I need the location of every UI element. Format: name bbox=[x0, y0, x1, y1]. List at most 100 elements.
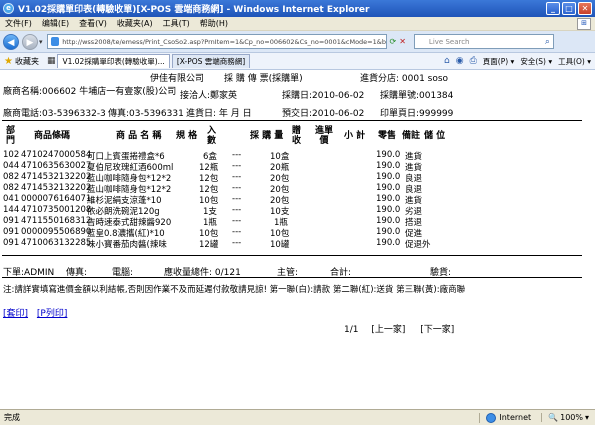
col-barcode: 商品條碼 bbox=[34, 131, 71, 141]
menu-file[interactable]: 文件(F) bbox=[0, 18, 37, 29]
row-retail: 190.0 bbox=[376, 205, 401, 215]
url-field[interactable]: http://wss2008/te/emess/Print_CsoSo2.asp… bbox=[46, 34, 387, 49]
row-barcode: 4711550168312 bbox=[21, 216, 92, 226]
document-note: 注:請詳實填寫進價金額以利結帳,否則因作業不及而延遲付款敬請見諒! 第一聯(白)… bbox=[3, 285, 466, 295]
col-name: 商 品 名 稱 bbox=[116, 131, 162, 141]
search-field[interactable]: Live Search ⌕ bbox=[413, 34, 554, 49]
menu-help[interactable]: 帮助(H) bbox=[195, 18, 233, 29]
row-dash: --- bbox=[232, 238, 242, 248]
row-barcode: 4714532132202 bbox=[21, 183, 92, 193]
contact-person: 接洽人:鄭家英 bbox=[180, 91, 238, 101]
menu-edit[interactable]: 编辑(E) bbox=[37, 18, 74, 29]
col-gift: 贈收 bbox=[292, 126, 302, 146]
row-retail: 190.0 bbox=[376, 227, 401, 237]
menu-bar: 文件(F) 编辑(E) 查看(V) 收藏夹(A) 工具(T) 帮助(H) ⊞ bbox=[0, 17, 595, 31]
close-button[interactable]: ✕ bbox=[578, 2, 592, 15]
back-button[interactable]: ◀ bbox=[3, 33, 19, 50]
row-barcode: 4710735001208 bbox=[21, 205, 92, 215]
row-retail: 190.0 bbox=[376, 172, 401, 182]
zone-label: Internet bbox=[499, 413, 532, 422]
tab-purchase-print[interactable]: V1.02採購單印表(轉驗收單)... bbox=[57, 54, 170, 68]
row-dept: 082 bbox=[3, 172, 20, 182]
search-icon[interactable]: ⌕ bbox=[545, 37, 550, 47]
zoom-level: 100% bbox=[560, 413, 583, 422]
home-icon[interactable]: ⌂ bbox=[444, 56, 450, 66]
windows-flag-icon: ⊞ bbox=[577, 17, 591, 30]
status-bar: 完成 Internet 🔍 100% ▾ bbox=[0, 409, 595, 425]
row-dash: --- bbox=[232, 216, 242, 226]
eta-date: 預交日:2010-06-02 bbox=[282, 109, 365, 119]
zoom-dropdown-icon[interactable]: ▾ bbox=[585, 413, 589, 422]
security-zone[interactable]: Internet bbox=[479, 412, 532, 423]
ie-icon: e bbox=[3, 3, 14, 14]
branch-info: 進貨分店: 0001 soso bbox=[360, 74, 449, 84]
window-titlebar: e V1.02採購單印表(轉驗收單)[X-POS 雲端商務網] - Window… bbox=[0, 0, 595, 17]
row-retail: 190.0 bbox=[376, 216, 401, 226]
col-order-qty: 採 購 量 bbox=[250, 131, 284, 141]
col-remark: 備註 bbox=[402, 131, 421, 141]
row-dept: 144 bbox=[3, 205, 20, 215]
col-in-qty: 入數 bbox=[207, 126, 217, 146]
row-barcode: 4710635630027 bbox=[21, 161, 92, 171]
tab-strip: ▦ V1.02採購單印表(轉驗收單)... [X-POS 雲端商務網] bbox=[47, 54, 251, 68]
page-icon bbox=[50, 37, 60, 46]
favorites-bar: ★ 收藏夹 ▦ V1.02採購單印表(轉驗收單)... [X-POS 雲端商務網… bbox=[0, 53, 595, 70]
action-links: [套印] [P列印] bbox=[3, 306, 73, 319]
favorites-star-icon[interactable]: ★ bbox=[4, 56, 13, 67]
history-dropdown-icon[interactable]: ▾ bbox=[39, 38, 43, 46]
minimize-button[interactable]: _ bbox=[546, 2, 560, 15]
row-retail: 190.0 bbox=[376, 238, 401, 248]
row-dept: 091 bbox=[3, 227, 20, 237]
globe-icon bbox=[486, 412, 497, 423]
menu-view[interactable]: 查看(V) bbox=[74, 18, 112, 29]
prev-supplier-button[interactable]: [上一家] bbox=[371, 325, 405, 335]
col-subtotal: 小 計 bbox=[344, 131, 366, 141]
row-dept: 091 bbox=[3, 216, 20, 226]
feeds-icon[interactable]: ◉ bbox=[456, 56, 464, 66]
print-icon[interactable]: ⎙ bbox=[470, 56, 477, 66]
company-name: 伊佳有限公司 bbox=[150, 74, 205, 84]
search-placeholder[interactable]: Live Search bbox=[429, 38, 470, 46]
url-text[interactable]: http://wss2008/te/emess/Print_CsoSo2.asp… bbox=[62, 38, 385, 46]
order-date: 採購日:2010-06-02 bbox=[282, 91, 365, 101]
row-retail: 190.0 bbox=[376, 183, 401, 193]
row-in: 12罐 bbox=[199, 240, 219, 250]
maximize-button[interactable]: □ bbox=[562, 2, 576, 15]
page-menu[interactable]: 頁面(P) ▾ bbox=[483, 56, 515, 67]
row-dash: --- bbox=[232, 227, 242, 237]
row-dash: --- bbox=[232, 172, 242, 182]
row-barcode: 4710063132285 bbox=[21, 238, 92, 248]
row-barcode: 0000095506890 bbox=[21, 227, 92, 237]
header-divider bbox=[2, 120, 582, 121]
row-barcode: 4710247000584 bbox=[21, 150, 92, 160]
footer-divider bbox=[2, 277, 582, 278]
command-bar: ⌂ ◉ ⎙ 頁面(P) ▾ 安全(S) ▾ 工具(O) ▾ bbox=[444, 56, 591, 67]
supplier-fax: 傳真:03-5396331 bbox=[108, 109, 184, 119]
page-indicator: 1/1 bbox=[344, 325, 359, 335]
refresh-icon[interactable]: ⟳ bbox=[390, 37, 397, 46]
forward-button[interactable]: ▶ bbox=[22, 33, 38, 50]
col-retail: 零售 bbox=[378, 131, 397, 141]
zoom-icon: 🔍 bbox=[548, 413, 559, 422]
next-supplier-button[interactable]: [下一家] bbox=[420, 325, 454, 335]
status-text: 完成 bbox=[4, 413, 20, 422]
favorites-label[interactable]: 收藏夹 bbox=[15, 56, 39, 67]
menu-tools[interactable]: 工具(T) bbox=[158, 18, 195, 29]
cover-print-link[interactable]: [套印] bbox=[3, 309, 28, 319]
row-dept: 091 bbox=[3, 238, 20, 248]
delivery-date: 進貨日: 年 月 日 bbox=[186, 109, 252, 119]
row-dept: 041 bbox=[3, 194, 20, 204]
col-price: 進單價 bbox=[314, 126, 333, 146]
row-retail: 190.0 bbox=[376, 161, 401, 171]
print-link[interactable]: [P列印] bbox=[37, 309, 67, 319]
tab-xpos[interactable]: [X-POS 雲端商務網] bbox=[171, 54, 251, 68]
quick-tabs-icon[interactable]: ▦ bbox=[47, 56, 56, 66]
supplier-phone: 廠商電話:03-5396332-3 bbox=[3, 109, 106, 119]
document-title: 採 購 傳 票(採購單) bbox=[224, 74, 303, 84]
safety-menu[interactable]: 安全(S) ▾ bbox=[520, 56, 552, 67]
tools-menu[interactable]: 工具(O) ▾ bbox=[558, 56, 591, 67]
menu-favorites[interactable]: 收藏夹(A) bbox=[112, 18, 158, 29]
row-dept: 102 bbox=[3, 150, 20, 160]
stop-icon[interactable]: ✕ bbox=[399, 37, 406, 46]
zoom-control[interactable]: 🔍 100% ▾ bbox=[541, 413, 589, 422]
